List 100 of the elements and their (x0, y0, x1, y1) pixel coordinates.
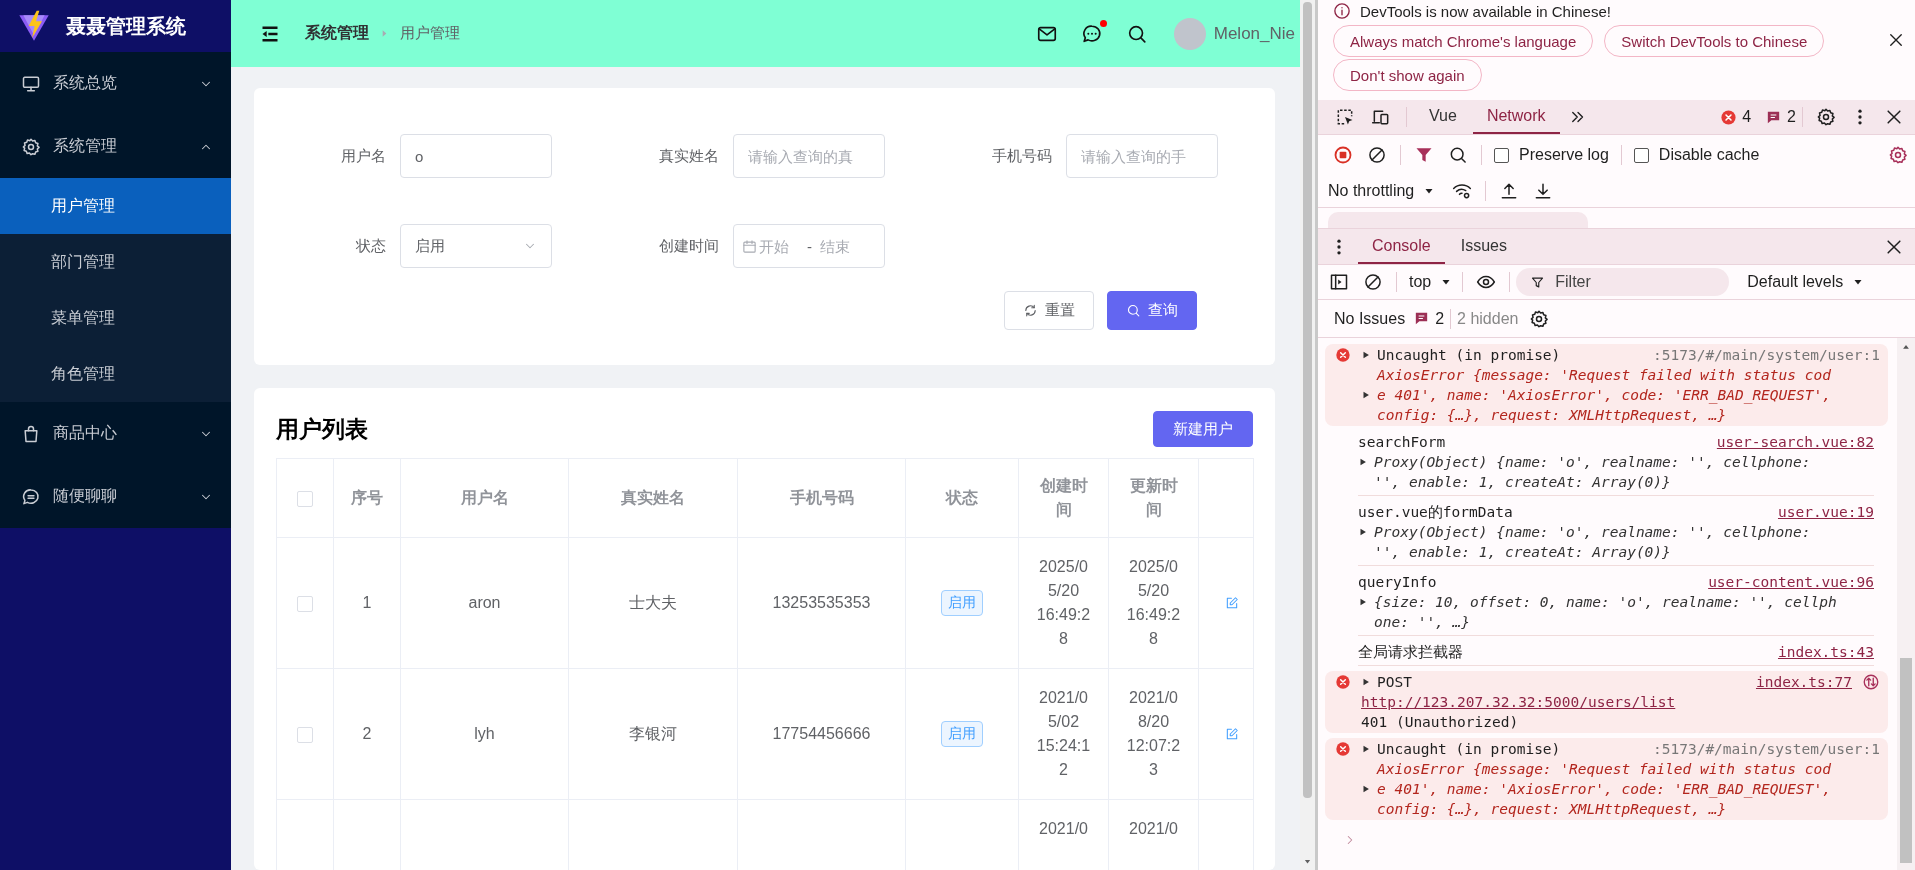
wifi-settings-icon[interactable] (1452, 181, 1473, 201)
end-date-input[interactable]: 结束 (818, 237, 862, 255)
search-icon (1126, 303, 1141, 318)
table-cell-text: 2021/08/20 12:07:23 (1126, 688, 1181, 780)
throttling-select[interactable]: No throttling (1328, 182, 1436, 200)
chat-bubble-icon (21, 486, 41, 507)
console-text: searchForm (1358, 433, 1446, 452)
start-date-input[interactable]: 开始 (757, 237, 801, 255)
source-link[interactable]: index.ts:43 (1777, 642, 1874, 662)
submenu-item[interactable]: 部门管理 (0, 234, 231, 290)
expand-arrow-icon[interactable] (1361, 744, 1371, 754)
scroll-down-icon[interactable] (1303, 857, 1312, 866)
panel-tab[interactable]: Vue (1415, 100, 1471, 134)
record-icon[interactable] (1333, 145, 1353, 165)
expand-arrow-icon[interactable] (1358, 527, 1368, 537)
error-count[interactable]: 4 (1742, 108, 1752, 126)
new-user-button[interactable]: 新建用户 (1153, 411, 1253, 447)
source-link[interactable]: user-search.vue:82 (1716, 432, 1874, 452)
menu-item[interactable]: 系统管理 (0, 115, 231, 178)
submenu-item[interactable]: 菜单管理 (0, 290, 231, 346)
banner-button[interactable]: Don't show again (1333, 59, 1482, 91)
calendar-icon (742, 238, 757, 254)
error-icon (1335, 741, 1351, 757)
console-text: Uncaught (in promise) (1377, 346, 1561, 365)
message-count[interactable]: 2 (1787, 108, 1796, 126)
expand-arrow-icon[interactable] (1358, 457, 1368, 467)
table-cell: lyh (400, 668, 569, 800)
settings-icon[interactable] (1529, 308, 1550, 329)
hidden-count[interactable]: 2 hidden (1457, 309, 1519, 328)
drawer-tab[interactable]: Console (1358, 229, 1445, 264)
console-text: config: {…}, request: XMLHttpRequest, …} (1377, 800, 1727, 819)
filter-field[interactable]: Filter (1516, 268, 1730, 296)
field-label: 手机号码 (991, 146, 1052, 166)
inspect-icon[interactable] (1335, 107, 1355, 127)
chat-bubble-icon[interactable] (1080, 22, 1103, 45)
table-cell: 2 (333, 668, 401, 800)
field-label: 状态 (355, 236, 386, 256)
input-field[interactable]: o (400, 134, 552, 178)
menu-item[interactable]: 商品中心 (0, 402, 231, 465)
table-cell: 17754456666 (737, 668, 906, 800)
source-link[interactable]: index.ts:77 (1755, 672, 1852, 692)
source-link[interactable]: user-content.vue:96 (1708, 572, 1874, 592)
bag-icon (21, 423, 41, 444)
sidebar-toggle-icon[interactable] (1329, 272, 1349, 292)
menu-item[interactable]: 随便聊聊 (0, 465, 231, 528)
menu-item[interactable]: 系统总览 (0, 52, 231, 115)
expand-arrow-icon[interactable] (1361, 390, 1371, 400)
submenu-item[interactable]: 用户管理 (0, 178, 231, 234)
logo-icon (18, 10, 50, 42)
issues-count[interactable]: 2 (1435, 309, 1445, 328)
table-cell: 1 (333, 537, 401, 669)
clear-icon[interactable] (1363, 272, 1383, 292)
search-button[interactable]: 查询 (1107, 291, 1197, 330)
table-cell-text: 2025/05/20 16:49:28 (1036, 557, 1091, 649)
console-text: config: {…}, request: XMLHttpRequest, …} (1377, 406, 1727, 425)
search-icon[interactable] (1448, 145, 1468, 165)
scrollbar-thumb[interactable] (1303, 2, 1312, 798)
field-label: 用户名 (340, 146, 386, 166)
console-text: AxiosError {message: 'Request failed with status cod (1377, 366, 1831, 385)
status-select[interactable]: 启用 (400, 224, 552, 268)
context-select[interactable]: top (1409, 273, 1453, 291)
user-name[interactable]: Melon_Nie (1213, 23, 1295, 44)
checkbox-label[interactable]: Disable cache (1658, 146, 1760, 164)
banner-button[interactable]: Always match Chrome's language (1333, 25, 1594, 57)
filter-field[interactable] (1328, 212, 1588, 228)
table-cell-text: 2021/05/02 15:24:12 (1036, 688, 1091, 780)
settings-icon[interactable] (1888, 145, 1908, 165)
submenu-item[interactable]: 角色管理 (0, 346, 231, 402)
settings-icon[interactable] (1816, 107, 1836, 127)
panel-tab[interactable]: Network (1472, 100, 1560, 134)
levels-select[interactable]: Default levels (1747, 273, 1865, 291)
drawer-tab[interactable]: Issues (1446, 229, 1521, 264)
banner-button[interactable]: Switch DevTools to Chinese (1604, 25, 1825, 57)
table-cell-text: 2021/0 (1128, 819, 1179, 839)
expand-arrow-icon[interactable] (1361, 677, 1371, 687)
url-link[interactable]: http://123.207.32.32:5000/users/list (1361, 692, 1676, 712)
close-icon[interactable] (1887, 31, 1905, 49)
expand-arrow-icon[interactable] (1361, 350, 1371, 360)
checkbox-label[interactable]: Preserve log (1519, 146, 1609, 164)
expand-arrow-icon[interactable] (1361, 784, 1371, 794)
reset-button[interactable]: 重置 (1004, 291, 1094, 330)
network-icon[interactable] (1862, 673, 1880, 691)
source-link[interactable]: user.vue:19 (1777, 502, 1874, 522)
filter-icon[interactable] (1414, 145, 1434, 165)
error-icon[interactable] (1720, 108, 1738, 126)
checkbox[interactable] (1633, 147, 1649, 163)
app-title: 聂聂管理系统 (66, 13, 186, 39)
device-icon[interactable] (1371, 107, 1391, 127)
info-icon (1333, 2, 1351, 20)
console-text: user.vue的formData (1358, 503, 1513, 522)
status-tag: 启用 (941, 590, 983, 616)
input-field[interactable]: 请输入查询的手 (1066, 134, 1218, 178)
table-cell: 13253535353 (737, 537, 906, 669)
input-field[interactable]: 请输入查询的真 (733, 134, 885, 178)
error-icon (1335, 674, 1351, 690)
expand-arrow-icon[interactable] (1358, 597, 1368, 607)
checkbox[interactable] (1494, 147, 1509, 163)
scrollbar-thumb[interactable] (1900, 658, 1912, 863)
breadcrumb-item[interactable]: 系统管理 (305, 23, 369, 44)
clear-icon[interactable] (1367, 145, 1387, 165)
